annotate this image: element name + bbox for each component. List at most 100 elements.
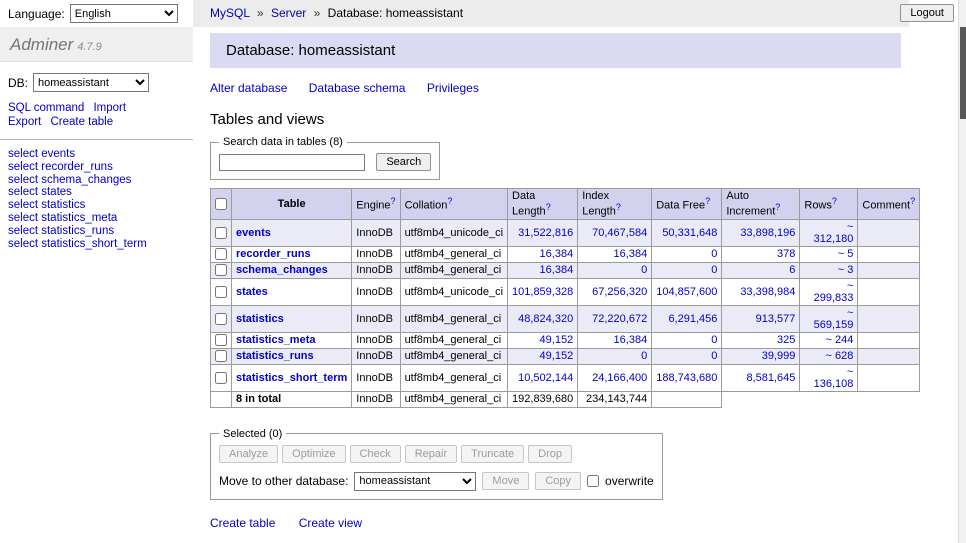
data-length-link[interactable]: 101,859,328 <box>512 286 573 298</box>
rows-link[interactable]: ~ 569,159 <box>814 307 854 331</box>
help-link[interactable]: ? <box>705 196 710 206</box>
data-length-link[interactable]: 48,824,320 <box>518 313 573 325</box>
table-link-schema_changes[interactable]: schema_changes <box>236 264 328 276</box>
create-table-link[interactable]: Create table <box>210 516 275 530</box>
row-checkbox-events[interactable] <box>215 227 227 239</box>
scrollbar[interactable] <box>958 0 966 543</box>
sidebar-item-select-statistics_runs[interactable]: select statistics_runs <box>8 225 185 238</box>
select-all-checkbox[interactable] <box>215 198 227 210</box>
adminer-logo-link[interactable]: Adminer <box>10 35 73 54</box>
copy-button[interactable]: Copy <box>535 472 581 490</box>
index-length-link[interactable]: 0 <box>641 264 647 276</box>
rows-link[interactable]: ~ 628 <box>826 350 854 362</box>
sidebar-item-select-statistics_short_term[interactable]: select statistics_short_term <box>8 238 185 251</box>
row-checkbox-statistics[interactable] <box>215 313 227 325</box>
sidebar-item-select-states[interactable]: select states <box>8 186 185 199</box>
rows-link[interactable]: ~ 299,833 <box>814 280 854 304</box>
data-length-link[interactable]: 16,384 <box>540 248 574 260</box>
auto-increment-link[interactable]: 33,398,984 <box>740 286 795 298</box>
table-link-recorder_runs[interactable]: recorder_runs <box>236 248 311 260</box>
sidebar-item-select-recorder_runs[interactable]: select recorder_runs <box>8 161 185 174</box>
sidebar-item-select-statistics[interactable]: select statistics <box>8 199 185 212</box>
row-checkbox-recorder_runs[interactable] <box>215 248 227 260</box>
rows-link[interactable]: ~ 5 <box>838 248 854 260</box>
move-db-select[interactable]: homeassistant <box>354 472 476 491</box>
help-link[interactable]: ? <box>910 196 915 206</box>
rows-link[interactable]: ~ 244 <box>826 334 854 346</box>
data-length-link[interactable]: 49,152 <box>540 350 574 362</box>
sidebar-export-link[interactable]: Export <box>8 115 41 129</box>
help-link[interactable]: ? <box>546 202 551 212</box>
move-button[interactable]: Move <box>482 472 529 490</box>
sidebar-item-select-statistics_meta[interactable]: select statistics_meta <box>8 212 185 225</box>
help-link[interactable]: ? <box>391 196 396 206</box>
index-length-link[interactable]: 16,384 <box>614 334 648 346</box>
check-button[interactable]: Check <box>350 445 401 463</box>
table-link-statistics[interactable]: statistics <box>236 313 284 325</box>
index-length-link[interactable]: 67,256,320 <box>592 286 647 298</box>
db-select[interactable]: homeassistant <box>33 73 149 92</box>
table-link-events[interactable]: events <box>236 227 271 239</box>
row-checkbox-states[interactable] <box>215 286 227 298</box>
truncate-button[interactable]: Truncate <box>461 445 524 463</box>
search-input[interactable] <box>219 154 365 171</box>
rows-link[interactable]: ~ 3 <box>838 264 854 276</box>
repair-button[interactable]: Repair <box>405 445 457 463</box>
table-link-statistics_meta[interactable]: statistics_meta <box>236 334 316 346</box>
auto-increment-link[interactable]: 33,898,196 <box>740 227 795 239</box>
data-free-link[interactable]: 50,331,648 <box>662 227 717 239</box>
index-length-link[interactable]: 16,384 <box>614 248 648 260</box>
optimize-button[interactable]: Optimize <box>282 445 345 463</box>
scrollbar-thumb[interactable] <box>960 27 966 119</box>
sidebar-item-select-events[interactable]: select events <box>8 148 185 161</box>
data-length-link[interactable]: 31,522,816 <box>518 227 573 239</box>
table-link-states[interactable]: states <box>236 286 268 298</box>
data-free-link[interactable]: 188,743,680 <box>656 372 717 384</box>
data-free-link[interactable]: 104,857,600 <box>656 286 717 298</box>
index-length-link[interactable]: 24,166,400 <box>592 372 647 384</box>
table-link-statistics_runs[interactable]: statistics_runs <box>236 350 314 362</box>
auto-increment-link[interactable]: 39,999 <box>762 350 796 362</box>
data-free-link[interactable]: 0 <box>711 350 717 362</box>
create-view-link[interactable]: Create view <box>299 516 362 530</box>
sidebar-item-select-schema_changes[interactable]: select schema_changes <box>8 174 185 187</box>
language-select[interactable]: English <box>70 4 178 23</box>
privileges-link[interactable]: Privileges <box>427 81 479 95</box>
index-length-link[interactable]: 70,467,584 <box>592 227 647 239</box>
data-length-link[interactable]: 16,384 <box>540 264 574 276</box>
data-length-link[interactable]: 10,502,144 <box>518 372 573 384</box>
data-free-link[interactable]: 0 <box>711 264 717 276</box>
auto-increment-link[interactable]: 913,577 <box>756 313 796 325</box>
auto-increment-link[interactable]: 8,581,645 <box>746 372 795 384</box>
data-length-link[interactable]: 49,152 <box>540 334 574 346</box>
breadcrumb-mysql-link[interactable]: MySQL <box>210 6 250 20</box>
auto-increment-link[interactable]: 378 <box>777 248 795 260</box>
database-schema-link[interactable]: Database schema <box>309 81 406 95</box>
help-link[interactable]: ? <box>447 196 452 206</box>
auto-increment-link[interactable]: 325 <box>777 334 795 346</box>
help-link[interactable]: ? <box>616 202 621 212</box>
overwrite-checkbox[interactable] <box>587 475 599 487</box>
data-free-link[interactable]: 0 <box>711 334 717 346</box>
help-link[interactable]: ? <box>832 196 837 206</box>
row-checkbox-statistics_runs[interactable] <box>215 350 227 362</box>
row-checkbox-statistics_short_term[interactable] <box>215 372 227 384</box>
alter-database-link[interactable]: Alter database <box>210 81 287 95</box>
breadcrumb-server-link[interactable]: Server <box>271 6 306 20</box>
table-link-statistics_short_term[interactable]: statistics_short_term <box>236 372 347 384</box>
row-checkbox-schema_changes[interactable] <box>215 264 227 276</box>
auto-increment-link[interactable]: 6 <box>789 264 795 276</box>
help-link[interactable]: ? <box>775 202 780 212</box>
sidebar-create-table-link[interactable]: Create table <box>50 115 113 129</box>
analyze-button[interactable]: Analyze <box>219 445 278 463</box>
sidebar-import-link[interactable]: Import <box>93 101 126 115</box>
data-free-link[interactable]: 6,291,456 <box>668 313 717 325</box>
index-length-link[interactable]: 72,220,672 <box>592 313 647 325</box>
row-checkbox-statistics_meta[interactable] <box>215 334 227 346</box>
data-free-link[interactable]: 0 <box>711 248 717 260</box>
drop-button[interactable]: Drop <box>528 445 572 463</box>
rows-link[interactable]: ~ 312,180 <box>814 221 854 245</box>
logout-button[interactable]: Logout <box>900 4 954 22</box>
sidebar-sql-command-link[interactable]: SQL command <box>8 101 84 115</box>
index-length-link[interactable]: 0 <box>641 350 647 362</box>
